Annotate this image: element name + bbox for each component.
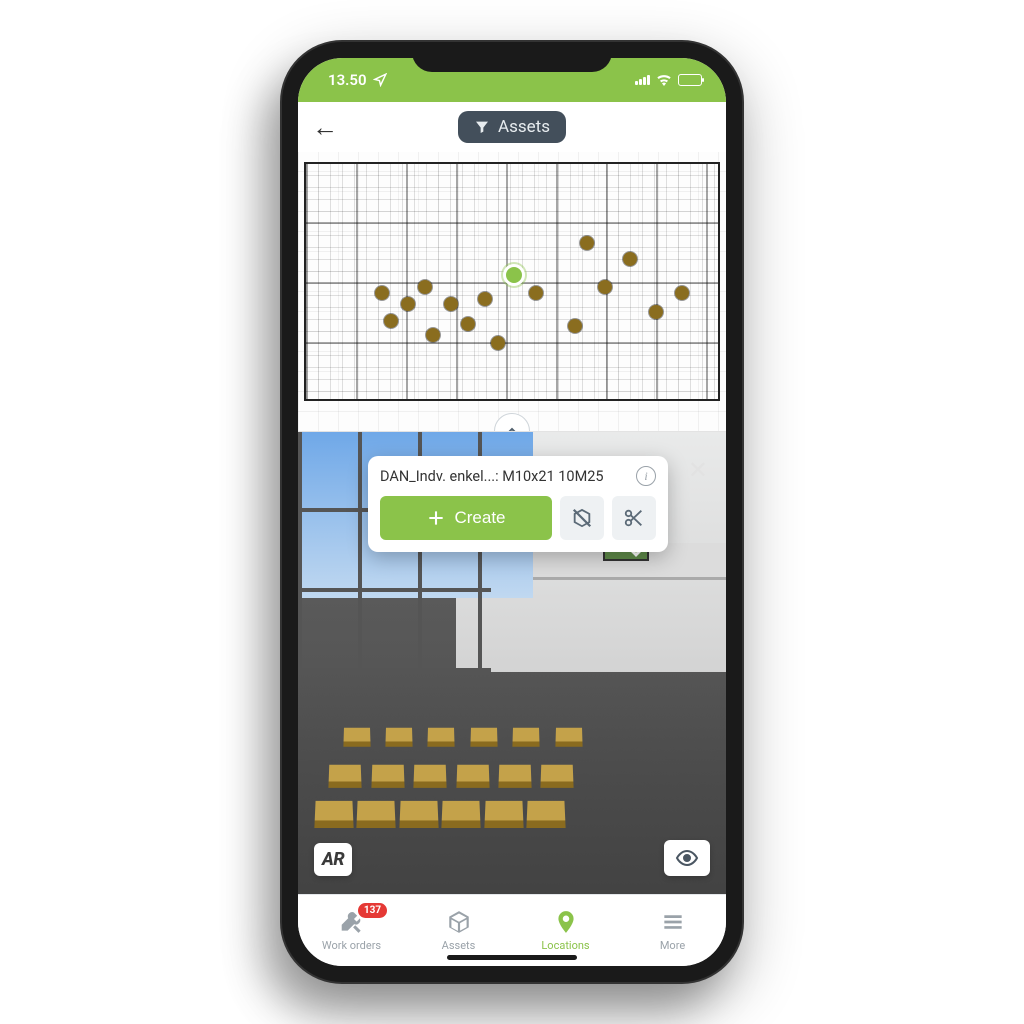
info-icon[interactable]: i xyxy=(636,466,656,486)
chevron-up-icon xyxy=(504,423,520,432)
ar-button[interactable]: AR xyxy=(314,843,352,876)
cut-button[interactable] xyxy=(612,496,656,540)
asset-marker[interactable] xyxy=(478,292,492,306)
scissors-icon xyxy=(623,507,645,529)
visibility-button[interactable] xyxy=(664,840,710,876)
status-right xyxy=(635,74,702,86)
eye-icon xyxy=(675,846,699,870)
furniture xyxy=(315,691,598,830)
asset-marker[interactable] xyxy=(649,305,663,319)
3d-view[interactable]: ✕ DAN_Indv. enkel...: M10x21 10M25 i Cre… xyxy=(298,432,726,894)
asset-marker[interactable] xyxy=(623,252,637,266)
nav-label: Assets xyxy=(442,939,476,952)
funnel-icon xyxy=(474,119,490,135)
cube-icon xyxy=(446,909,472,935)
asset-title: DAN_Indv. enkel...: M10x21 10M25 xyxy=(380,468,628,485)
split-collapse-handle[interactable] xyxy=(494,413,530,432)
bottom-nav: 137 Work orders Assets Locations xyxy=(298,894,726,966)
home-indicator[interactable] xyxy=(447,955,577,960)
create-button[interactable]: Create xyxy=(380,496,552,540)
asset-marker[interactable] xyxy=(384,314,398,328)
asset-marker[interactable] xyxy=(375,286,389,300)
ar-label: AR xyxy=(322,849,344,870)
asset-marker[interactable] xyxy=(675,286,689,300)
nav-work-orders[interactable]: 137 Work orders xyxy=(298,909,405,952)
phone-frame: 13.50 ← Assets xyxy=(282,42,742,982)
asset-marker[interactable] xyxy=(444,297,458,311)
asset-marker[interactable] xyxy=(568,319,582,333)
asset-marker[interactable] xyxy=(580,236,594,250)
location-pin-icon xyxy=(553,909,579,935)
asset-marker[interactable] xyxy=(491,336,505,350)
asset-marker[interactable] xyxy=(401,297,415,311)
close-popup-button[interactable]: ✕ xyxy=(688,456,708,484)
create-label: Create xyxy=(454,508,505,528)
app-top-bar: ← Assets xyxy=(298,102,726,152)
hide-asset-button[interactable] xyxy=(560,496,604,540)
nav-more[interactable]: More xyxy=(619,909,726,952)
nav-locations[interactable]: Locations xyxy=(512,909,619,952)
status-time: 13.50 xyxy=(328,71,367,89)
menu-icon xyxy=(660,909,686,935)
filter-pill[interactable]: Assets xyxy=(458,111,566,143)
status-left: 13.50 xyxy=(328,71,387,89)
filter-label: Assets xyxy=(498,117,550,137)
asset-marker[interactable] xyxy=(418,280,432,294)
nav-assets[interactable]: Assets xyxy=(405,909,512,952)
work-orders-badge: 137 xyxy=(358,903,387,918)
asset-marker[interactable] xyxy=(529,286,543,300)
wifi-icon xyxy=(656,74,672,86)
nav-label: Work orders xyxy=(322,939,381,952)
signal-icon xyxy=(635,75,650,85)
battery-icon xyxy=(678,74,702,86)
asset-marker[interactable] xyxy=(461,317,475,331)
current-location-marker xyxy=(503,264,525,286)
location-arrow-icon xyxy=(373,73,387,87)
back-button[interactable]: ← xyxy=(312,112,338,143)
asset-marker[interactable] xyxy=(598,280,612,294)
notch xyxy=(412,42,612,72)
asset-marker[interactable] xyxy=(426,328,440,342)
cube-slash-icon xyxy=(571,507,593,529)
floor-plan[interactable] xyxy=(298,152,726,432)
nav-label: Locations xyxy=(541,939,589,952)
nav-label: More xyxy=(660,939,685,952)
asset-popup: DAN_Indv. enkel...: M10x21 10M25 i Creat… xyxy=(368,456,668,552)
plus-icon xyxy=(426,508,446,528)
screen: 13.50 ← Assets xyxy=(298,58,726,966)
